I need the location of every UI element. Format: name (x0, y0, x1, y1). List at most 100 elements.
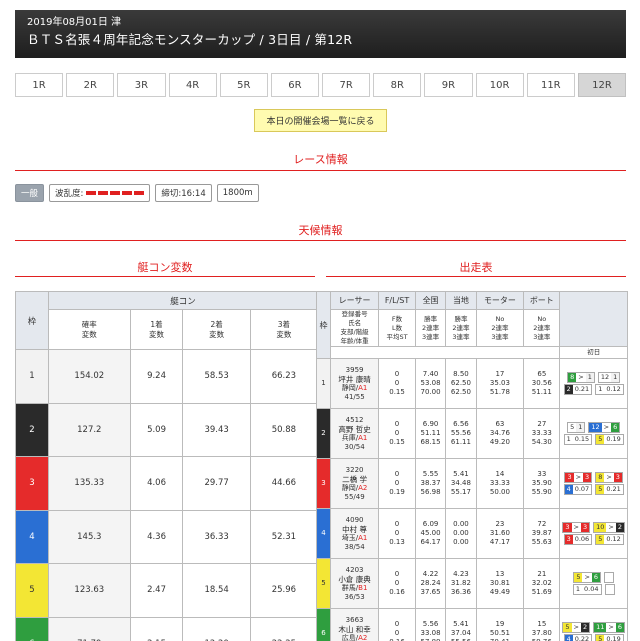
racer-cell[interactable]: 3663木山 和幸広島/A249/50 (329, 608, 380, 641)
sub-header: No 2連率 3連率 (475, 309, 525, 347)
motor-value: 14 (495, 470, 505, 478)
nat-cell: 5.5633.0857.89 (414, 608, 447, 641)
result-seg: 5 (568, 423, 577, 432)
table-row: 2 127.2 5.09 39.43 50.88 (15, 402, 319, 457)
tab-11r[interactable]: 11R (526, 73, 575, 97)
value-cell: 135.33 (48, 456, 131, 511)
result-seg: > (606, 623, 616, 632)
boat-cell: 1537.8059.76 (523, 608, 561, 641)
nat-cell: 5.55 38.37 56.98 (414, 458, 447, 509)
racer-name[interactable]: 木山 和幸 (331, 625, 378, 634)
result-seg: > (582, 573, 592, 582)
value-cell: 5.09 (129, 402, 184, 457)
boat-cell: 72 39.87 55.63 (523, 508, 561, 559)
fl-value: 0 (394, 570, 400, 578)
branch-grade: 兵庫/A1 (331, 434, 378, 443)
value-cell: 12.20 (182, 616, 251, 641)
tab-4r[interactable]: 4R (168, 73, 217, 97)
waku-header: 枠 (316, 291, 331, 359)
divider (15, 276, 315, 277)
motor-value: 35.03 (489, 379, 510, 387)
boat-value: 27 (537, 420, 547, 428)
branch: 静岡/ (341, 483, 359, 492)
race-date: 2019年08月01日 津 (27, 17, 122, 28)
branch: 埼玉/ (341, 533, 359, 542)
branch: 群馬/ (341, 583, 359, 592)
racer-row: 1 3959 坪井 康晴 静岡/A1 41/55 0 0 0.15 7.40 53.08 70.00… (316, 358, 628, 409)
col-header: モーター (475, 291, 525, 310)
motor-value: 51.78 (489, 388, 510, 396)
boat-value: 30.56 (531, 379, 552, 387)
result-seg: 12 (589, 423, 602, 432)
result-seg: 6 (611, 423, 620, 432)
tab-9r[interactable]: 9R (424, 73, 473, 97)
racer-row: 5 4203 小倉 康典 群馬/B1 36/53 0 0 0.16 4.22 28.24 37.65… (316, 558, 628, 609)
fl-value: 0 (394, 520, 400, 528)
sub-header: F数 L数 平均ST (378, 309, 416, 347)
motor-value: 19 (495, 620, 505, 628)
age-weight: 55/49 (344, 492, 365, 501)
result-box: 5 >6 (573, 572, 602, 583)
loc-value: 62.50 (450, 388, 471, 396)
grade: A1 (358, 383, 368, 392)
result-seg: 5 (563, 623, 572, 632)
value-cell: 66.23 (249, 349, 319, 404)
racer-name[interactable]: 坪井 康晴 (331, 375, 378, 384)
result-seg: 0.04 (582, 585, 601, 594)
result-seg: 1 (585, 373, 594, 382)
tab-1r[interactable]: 1R (15, 73, 64, 97)
fl-cell: 0 0 0.13 (378, 508, 416, 559)
waku-cell: 4 (316, 508, 331, 559)
nat-value: 38.37 (420, 479, 441, 487)
tab-5r[interactable]: 5R (219, 73, 268, 97)
motor-cell: 17 35.03 51.78 (475, 358, 525, 409)
result-box: 3 0.06 (563, 534, 593, 545)
age-weight: 36/53 (344, 592, 365, 601)
result-seg: 0.15 (572, 435, 592, 444)
result-seg: 3 (583, 473, 592, 482)
result-box: 12 >6 (588, 422, 621, 433)
fl-value: 0 (394, 620, 400, 628)
fl-value: 0.13 (389, 538, 405, 546)
boat-value: 21 (537, 570, 547, 578)
motor-value: 47.17 (489, 538, 510, 546)
racer-cell[interactable]: 3959 坪井 康晴 静岡/A1 41/55 (329, 358, 380, 409)
tab-7r[interactable]: 7R (322, 73, 371, 97)
result-seg: 2 (564, 385, 573, 394)
racer-cell[interactable]: 4512 高野 哲史 兵庫/A1 30/54 (329, 408, 380, 459)
racer-name[interactable]: 中村 尊 (331, 525, 378, 534)
tab-8r[interactable]: 8R (373, 73, 422, 97)
boat-value: 37.80 (531, 629, 552, 637)
racer-cell[interactable]: 4090 中村 尊埼玉/A1 38/54 (329, 508, 380, 559)
racer-cell[interactable]: 4203 小倉 康典 群馬/B1 36/53 (329, 558, 380, 609)
result-box: 10 >2 (593, 522, 625, 533)
loc-value: 37.04 (450, 629, 471, 637)
loc-value: 36.36 (450, 588, 471, 596)
tab-6r[interactable]: 6R (270, 73, 320, 97)
reg-number: 3220 (345, 465, 364, 474)
loc-value: 34.48 (450, 479, 471, 487)
boat-value: 39.87 (531, 529, 552, 537)
fl-cell: 0 0 0.15 (378, 358, 416, 409)
result-seg: 0.06 (572, 535, 592, 544)
result-seg: 12 (598, 373, 612, 382)
tab-12r[interactable]: 12R (577, 73, 627, 97)
result-seg: > (606, 523, 616, 532)
racer-name[interactable]: 高野 哲史 (331, 425, 378, 434)
boat-value: 55.90 (531, 488, 552, 496)
boat-cell: 27 33.33 54.30 (523, 408, 561, 459)
motor-value: 49.49 (489, 588, 510, 596)
nat-value: 70.00 (420, 388, 441, 396)
tab-2r[interactable]: 2R (66, 73, 115, 97)
back-to-venues-button[interactable]: 本日の開催会場一覧に戻る (254, 109, 387, 132)
result-seg (605, 585, 614, 594)
entry-list-title: 出走表 (459, 261, 493, 274)
result-box: 12 1 (597, 372, 621, 383)
reg-number: 3959 (345, 365, 364, 374)
tab-3r[interactable]: 3R (117, 73, 166, 97)
racer-name[interactable]: 二橋 学 (331, 475, 378, 484)
racer-name[interactable]: 小倉 康典 (331, 575, 378, 584)
racer-cell[interactable]: 3220 二橋 学静岡/A2 55/49 (329, 458, 380, 509)
result-seg: 10 (594, 523, 607, 532)
tab-10r[interactable]: 10R (475, 73, 524, 97)
